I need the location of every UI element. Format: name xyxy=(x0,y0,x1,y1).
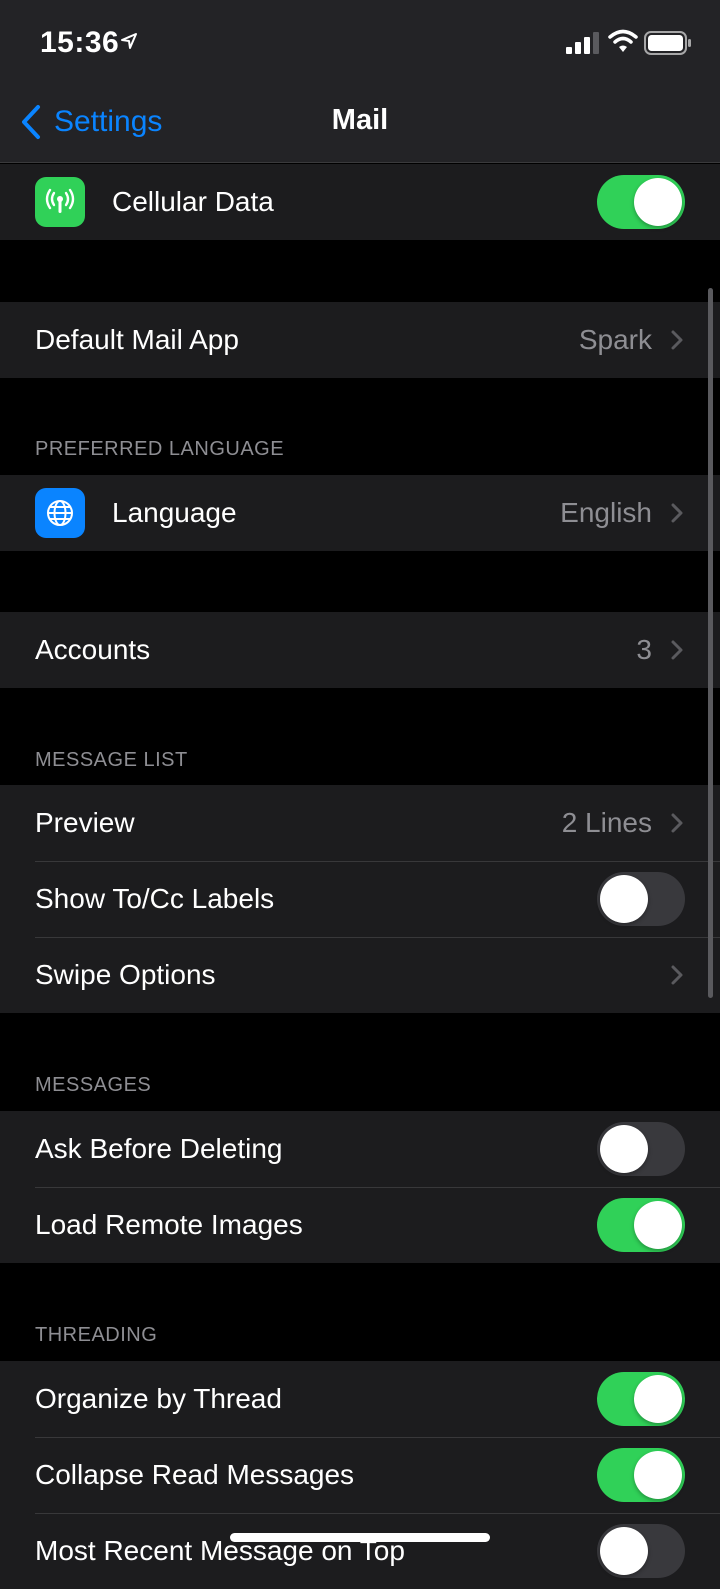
default-mail-app-value: Spark xyxy=(578,324,652,355)
wifi-icon xyxy=(608,29,638,52)
show-tocc-labels-label: Show To/Cc Labels xyxy=(35,883,275,914)
collapse-read-messages-label: Collapse Read Messages xyxy=(35,1459,355,1490)
toggle-knob xyxy=(600,1527,648,1575)
cellular-data-label: Cellular Data xyxy=(112,186,274,217)
accounts-label: Accounts xyxy=(35,634,151,665)
ask-before-deleting-toggle[interactable] xyxy=(597,1122,685,1176)
location-arrow-icon xyxy=(121,33,137,49)
swipe-options-row[interactable]: Swipe Options xyxy=(0,937,720,1013)
preferred-language-header: PREFERRED LANGUAGE xyxy=(35,438,285,460)
accounts-row[interactable]: Accounts 3 xyxy=(0,612,720,688)
chevron-right-icon xyxy=(671,640,683,660)
chevron-right-icon xyxy=(671,503,683,523)
toggle-knob xyxy=(634,1375,682,1423)
toggle-knob xyxy=(634,1201,682,1249)
toggle-knob xyxy=(600,875,648,923)
load-remote-images-label: Load Remote Images xyxy=(35,1209,303,1240)
cellular-data-toggle[interactable] xyxy=(597,175,685,229)
preview-row[interactable]: Preview 2 Lines xyxy=(0,785,720,861)
show-tocc-labels-toggle[interactable] xyxy=(597,872,685,926)
toggle-knob xyxy=(634,178,682,226)
default-mail-app-row[interactable]: Default Mail App Spark xyxy=(0,302,720,378)
default-mail-app-label: Default Mail App xyxy=(35,324,239,355)
cellular-group: Cellular Data xyxy=(0,164,720,240)
threading-header: THREADING xyxy=(35,1324,158,1346)
globe-icon xyxy=(35,488,85,538)
default-mail-group: Default Mail App Spark xyxy=(0,302,720,378)
ask-before-deleting-row: Ask Before Deleting xyxy=(0,1111,720,1187)
cellular-data-row: Cellular Data xyxy=(0,164,720,240)
collapse-read-messages-toggle[interactable] xyxy=(597,1448,685,1502)
most-recent-on-top-toggle[interactable] xyxy=(597,1524,685,1578)
antenna-icon xyxy=(35,177,85,227)
status-bar: 15:36 xyxy=(0,0,720,84)
message-list-header: MESSAGE LIST xyxy=(35,749,188,771)
collapse-read-messages-row: Collapse Read Messages xyxy=(0,1437,720,1513)
toggle-knob xyxy=(634,1451,682,1499)
organize-by-thread-row: Organize by Thread xyxy=(0,1361,720,1437)
threading-group: Organize by Thread Collapse Read Message… xyxy=(0,1361,720,1589)
cellular-signal-icon xyxy=(566,32,599,54)
language-row[interactable]: Language English xyxy=(0,475,720,551)
most-recent-on-top-row: Most Recent Message on Top xyxy=(0,1513,720,1589)
ask-before-deleting-label: Ask Before Deleting xyxy=(35,1133,283,1164)
toggle-knob xyxy=(600,1125,648,1173)
battery-icon xyxy=(644,31,691,55)
home-indicator[interactable] xyxy=(230,1533,490,1542)
organize-by-thread-label: Organize by Thread xyxy=(35,1383,282,1414)
load-remote-images-toggle[interactable] xyxy=(597,1198,685,1252)
chevron-right-icon xyxy=(671,330,683,350)
page-title: Mail xyxy=(331,104,389,136)
organize-by-thread-toggle[interactable] xyxy=(597,1372,685,1426)
chevron-right-icon xyxy=(671,965,683,985)
navigation-bar: Settings Mail xyxy=(0,84,720,163)
preview-value: 2 Lines xyxy=(561,807,652,838)
messages-group: Ask Before Deleting Load Remote Images xyxy=(0,1111,720,1263)
swipe-options-label: Swipe Options xyxy=(35,959,216,990)
language-value: English xyxy=(560,497,652,528)
language-group: Language English xyxy=(0,475,720,551)
scrollbar[interactable] xyxy=(708,288,713,998)
chevron-right-icon xyxy=(671,813,683,833)
message-list-group: Preview 2 Lines Show To/Cc Labels Swipe … xyxy=(0,785,720,1013)
accounts-count: 3 xyxy=(636,634,652,665)
status-time: 15:36 xyxy=(40,26,120,59)
messages-header: MESSAGES xyxy=(35,1074,152,1096)
preview-label: Preview xyxy=(35,807,135,838)
accounts-group: Accounts 3 xyxy=(0,612,720,688)
show-tocc-labels-row: Show To/Cc Labels xyxy=(0,861,720,937)
language-label: Language xyxy=(112,497,237,528)
load-remote-images-row: Load Remote Images xyxy=(0,1187,720,1263)
